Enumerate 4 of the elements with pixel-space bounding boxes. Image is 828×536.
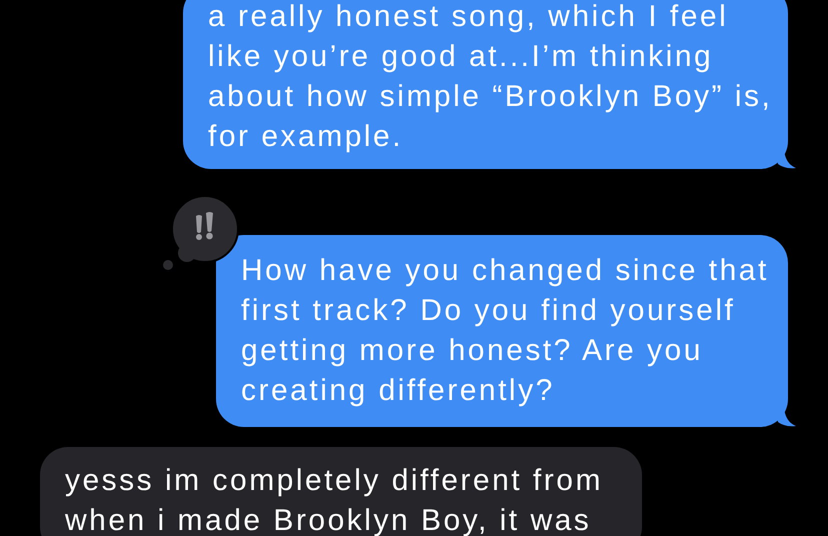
message-text: a really honest song, which I feel like you’re good at...I’m thinking about how simple “Brooklyn Boy” is, for example. (208, 0, 774, 155)
message-text: How have you changed since that first track? Do you find yourself getting more honest? Are you creating differently? (241, 253, 770, 409)
message-text: yesss im completely different from when i made Brooklyn Boy, it was (65, 463, 604, 536)
exclamation-reaction-icon (161, 195, 239, 273)
